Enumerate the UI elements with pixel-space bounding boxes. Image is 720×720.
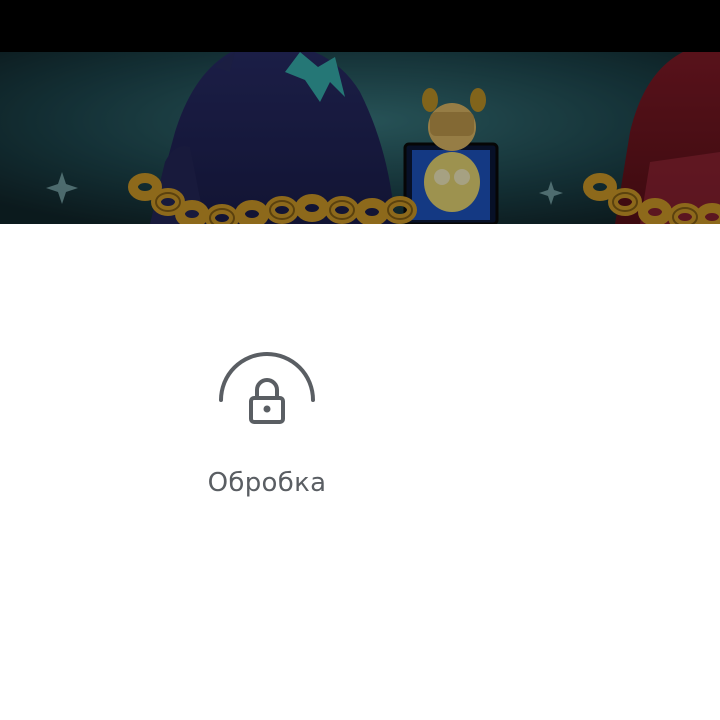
status-bar xyxy=(0,0,720,52)
processing-status: Обробка xyxy=(197,340,337,510)
processing-label: Обробка xyxy=(207,468,327,498)
lock-icon xyxy=(219,352,315,424)
game-banner-image xyxy=(0,52,720,224)
